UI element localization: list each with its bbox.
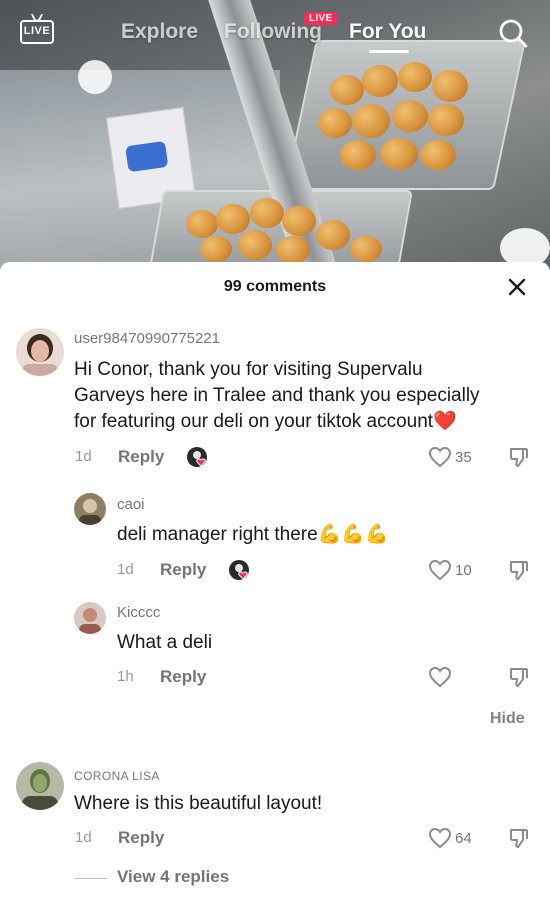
avatar[interactable] (16, 762, 64, 810)
like-count: 10 (455, 562, 472, 579)
food-item (200, 236, 232, 262)
food-item (398, 62, 432, 92)
comments-sheet: 99 comments user98470990775221 Hi Conor,… (0, 262, 550, 900)
like-heart-icon[interactable] (428, 559, 452, 581)
view-replies-divider (74, 878, 107, 879)
food-item (318, 108, 352, 138)
light-glare (78, 60, 112, 94)
tab-for-you[interactable]: For You (349, 20, 426, 44)
like-count: 35 (455, 449, 472, 466)
dislike-icon[interactable] (508, 666, 530, 688)
food-item (340, 140, 376, 170)
food-item (186, 210, 218, 238)
comment-username[interactable]: CORONA LISA (74, 769, 160, 783)
flexed-biceps-emoji: 💪💪💪 (317, 524, 389, 545)
tab-explore[interactable]: Explore (121, 20, 198, 44)
food-item (392, 100, 428, 132)
like-heart-icon[interactable] (428, 666, 452, 688)
live-icon-label: LIVE (23, 25, 51, 37)
comment-text: Where is this beautiful layout! (74, 793, 323, 814)
food-item (432, 70, 468, 102)
comment-text-line-part: for featuring our deli on your tiktok ac… (74, 411, 434, 432)
creator-liked-badge (229, 560, 249, 580)
food-item (380, 138, 418, 170)
avatar[interactable] (16, 328, 64, 376)
comment-time: 1d (75, 448, 92, 465)
like-heart-icon[interactable] (428, 446, 452, 468)
comment-username[interactable]: user98470990775221 (74, 330, 220, 347)
reply-text: deli manager right there💪💪💪 (117, 522, 389, 548)
comment-text-line: for featuring our deli on your tiktok ac… (74, 409, 457, 435)
food-item (428, 104, 464, 136)
reply-button[interactable]: Reply (160, 667, 206, 687)
dislike-icon[interactable] (508, 559, 530, 581)
active-tab-indicator (369, 50, 409, 53)
dislike-icon[interactable] (508, 446, 530, 468)
like-count: 64 (455, 830, 472, 847)
reply-time: 1d (117, 561, 134, 578)
reply-username[interactable]: caoi (117, 496, 145, 513)
reply-button[interactable]: Reply (118, 828, 164, 848)
live-badge: LIVE (304, 12, 338, 25)
top-navigation: LIVE Explore Following LIVE For You (0, 0, 550, 64)
creator-liked-badge (187, 447, 207, 467)
avatar[interactable] (74, 602, 106, 634)
food-item (352, 104, 390, 138)
dislike-icon[interactable] (508, 827, 530, 849)
food-item (420, 140, 456, 170)
comment-time: 1d (75, 829, 92, 846)
comment-text-line: Garveys here in Tralee and thank you esp… (74, 385, 480, 406)
close-icon[interactable] (508, 278, 526, 296)
food-item (238, 230, 272, 260)
food-item (350, 236, 382, 262)
reply-text: What a deli (117, 632, 213, 653)
live-tv-icon[interactable]: LIVE (20, 20, 54, 44)
reply-username[interactable]: Kicccc (117, 604, 160, 621)
like-heart-icon[interactable] (428, 827, 452, 849)
reply-time: 1h (117, 668, 134, 685)
comments-count-title: 99 comments (223, 278, 327, 295)
food-item (282, 206, 316, 236)
search-icon[interactable] (498, 18, 528, 48)
food-item (216, 204, 250, 234)
view-replies-button[interactable]: View 4 replies (117, 867, 229, 887)
reply-text-content: deli manager right there (117, 524, 318, 545)
reply-button[interactable]: Reply (118, 447, 164, 467)
heart-emoji: ❤️ (433, 411, 457, 432)
hide-replies-button[interactable]: Hide (490, 710, 525, 728)
food-item (276, 236, 310, 264)
reply-button[interactable]: Reply (160, 560, 206, 580)
avatar[interactable] (74, 493, 106, 525)
food-item (250, 198, 284, 228)
food-item (316, 220, 350, 250)
food-item (330, 75, 364, 105)
food-item (362, 65, 398, 97)
comment-text-line: Hi Conor, thank you for visiting Superva… (74, 359, 423, 380)
